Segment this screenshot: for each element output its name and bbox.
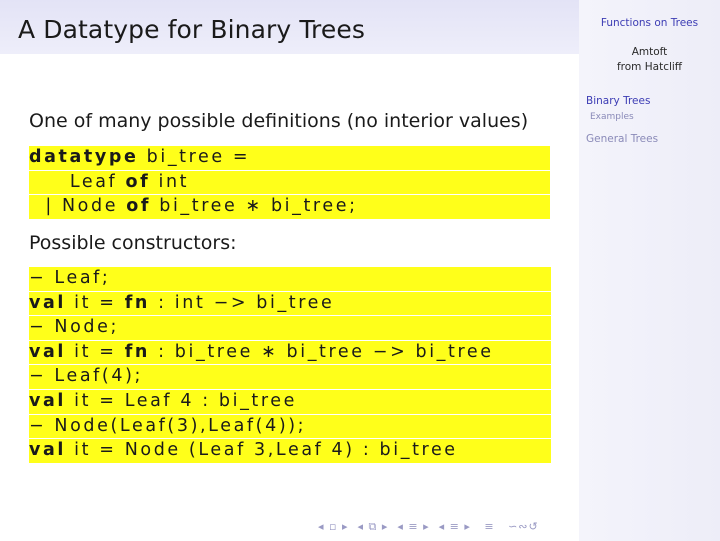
code-line: − Leaf; — [29, 267, 551, 291]
code-keyword: fn — [124, 292, 150, 313]
code-text: bi_tree ∗ bi_tree; — [151, 196, 358, 217]
code-keyword: val — [29, 341, 67, 362]
sidebar-source: from Hatcliff — [616, 61, 683, 73]
slide-title: A Datatype for Binary Trees — [18, 15, 365, 44]
session-code-block: − Leaf; val it = fn : int −> bi_tree − Nod… — [29, 267, 551, 463]
code-text: − Node(Leaf(3),Leaf(4)); — [29, 415, 307, 436]
code-keyword: datatype — [29, 147, 139, 167]
code-line: Leaf of int — [29, 169, 550, 195]
code-line: val it = fn : bi_tree ∗ bi_tree −> bi_tr… — [29, 339, 551, 365]
code-text: int — [150, 171, 190, 192]
code-keyword: val — [29, 292, 67, 313]
code-keyword: val — [29, 440, 67, 461]
constructors-label: Possible constructors: — [29, 232, 237, 254]
code-line: val it = fn : int −> bi_tree — [29, 290, 551, 316]
sidebar-item-general-trees[interactable]: General Trees — [586, 133, 658, 145]
code-text: it = Node (Leaf 3,Leaf 4) : bi_tree — [66, 440, 458, 461]
code-line: − Node(Leaf(3),Leaf(4)); — [29, 413, 551, 439]
navigation-controls[interactable]: ◂ ▫ ▸ ◂ ⧉ ▸ ◂ ≡ ▸ ◂ ≡ ▸ ≡ ∽∾↺ — [318, 520, 539, 534]
code-text: | Node — [29, 196, 127, 217]
code-line: val it = Node (Leaf 3,Leaf 4) : bi_tree — [29, 438, 551, 463]
code-text: − Leaf; — [29, 268, 111, 288]
code-line: − Leaf(4); — [29, 364, 551, 389]
code-line: val it = Leaf 4 : bi_tree — [29, 388, 551, 414]
intro-text: One of many possible definitions (no int… — [29, 110, 529, 132]
code-keyword: of — [126, 196, 152, 217]
code-text: − Leaf(4); — [29, 366, 144, 387]
sidebar-item-examples[interactable]: Examples — [590, 112, 634, 122]
sidebar-header[interactable]: Functions on Trees — [579, 17, 720, 29]
code-keyword: of — [125, 171, 151, 192]
datatype-code-block: datatype bi_tree = Leaf of int | Node of… — [29, 146, 550, 219]
code-line: | Node of bi_tree ∗ bi_tree; — [29, 194, 550, 219]
title-bar: A Datatype for Binary Trees — [0, 0, 579, 54]
code-keyword: val — [29, 390, 67, 411]
code-line: datatype bi_tree = — [29, 146, 550, 170]
sidebar-author: Amtoft — [631, 46, 668, 58]
code-text: bi_tree = — [138, 147, 251, 167]
sidebar-item-binary-trees[interactable]: Binary Trees — [586, 95, 650, 107]
code-text: Leaf — [29, 171, 126, 192]
code-keyword: fn — [124, 341, 150, 362]
code-text: it = Leaf 4 : bi_tree — [66, 390, 298, 411]
slide-main: A Datatype for Binary Trees One of many … — [0, 0, 579, 541]
code-text: : int −> bi_tree — [149, 292, 335, 313]
code-text: it = — [66, 341, 125, 362]
code-text: it = — [66, 292, 125, 313]
code-text: − Node; — [29, 317, 119, 338]
code-text: : bi_tree ∗ bi_tree −> bi_tree — [149, 341, 494, 362]
sidebar: Functions on Trees Amtoft from Hatcliff … — [579, 0, 720, 541]
code-line: − Node; — [29, 315, 551, 340]
